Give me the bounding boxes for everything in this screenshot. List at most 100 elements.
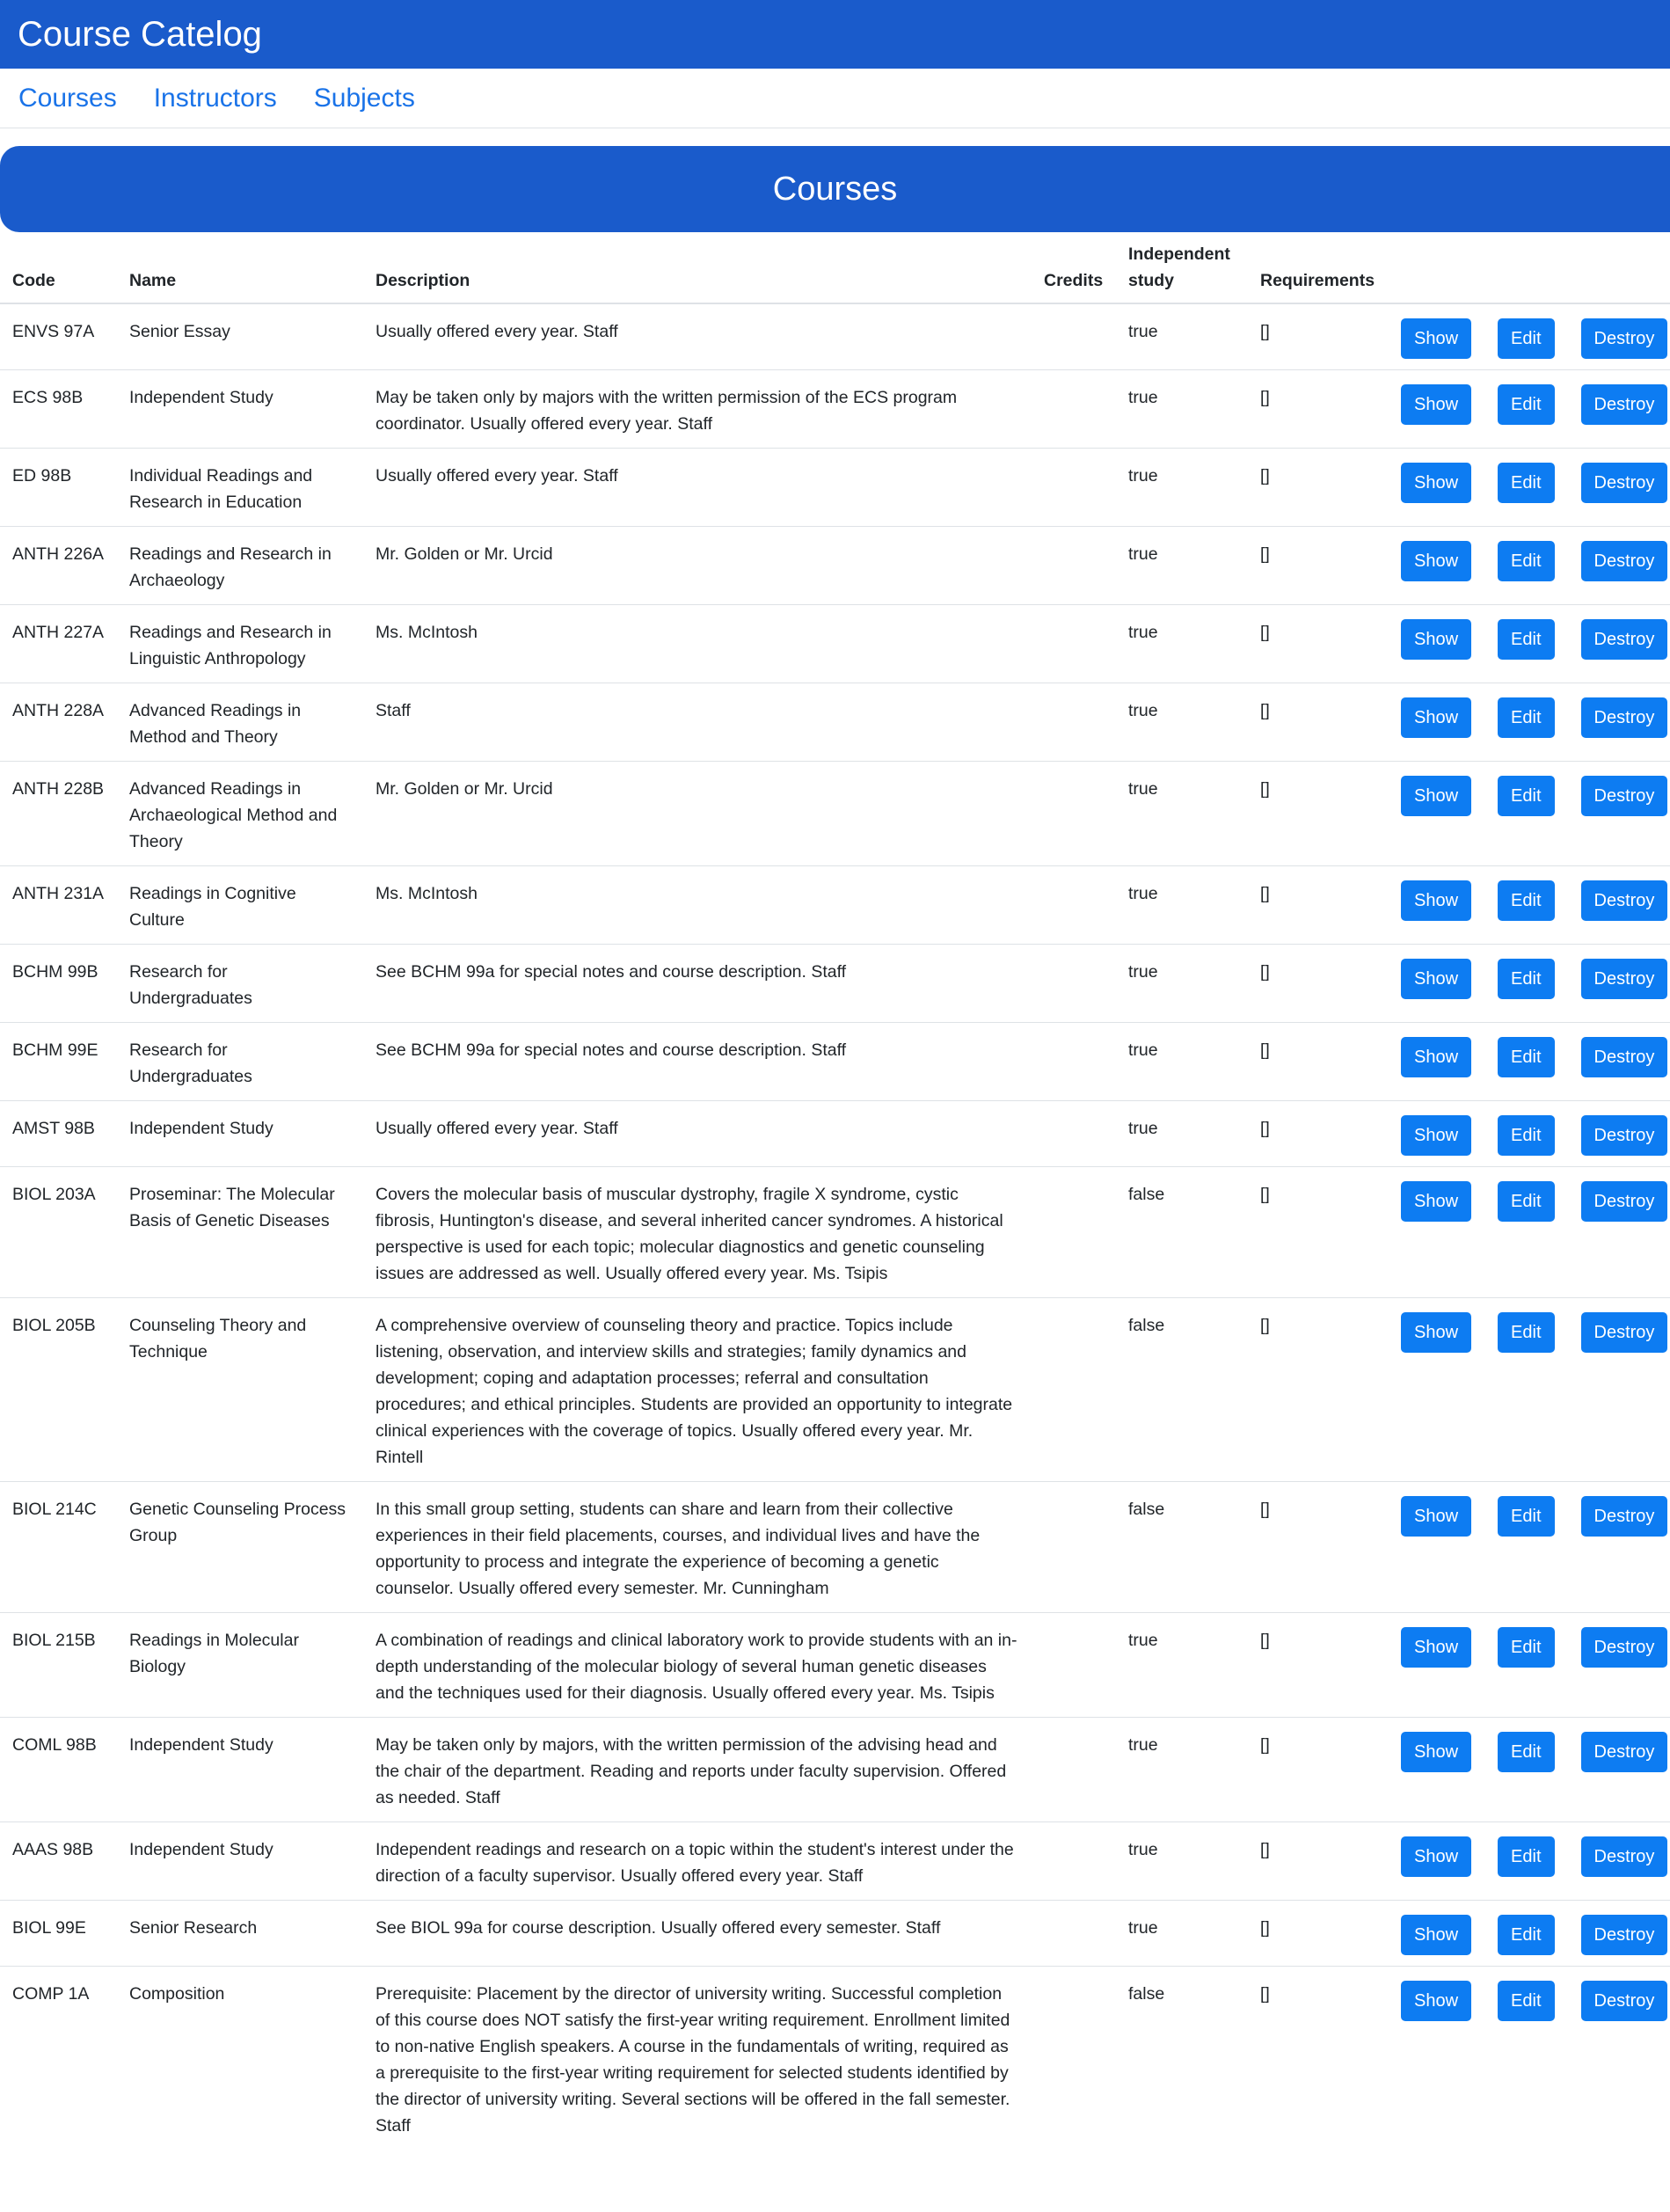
destroy-button[interactable]: Destroy	[1580, 619, 1668, 660]
destroy-button[interactable]: Destroy	[1580, 1981, 1668, 2021]
show-button[interactable]: Show	[1401, 384, 1472, 425]
edit-button[interactable]: Edit	[1498, 1915, 1555, 1955]
table-row: BCHM 99B Research for Undergraduates See B…	[0, 944, 1670, 1023]
edit-button[interactable]: Edit	[1498, 959, 1555, 999]
destroy-button[interactable]: Destroy	[1580, 318, 1668, 359]
show-button[interactable]: Show	[1401, 463, 1472, 503]
destroy-button[interactable]: Destroy	[1580, 1915, 1668, 1955]
show-button[interactable]: Show	[1401, 1915, 1472, 1955]
cell-name: Senior Research	[117, 1900, 363, 1967]
cell-code: BCHM 99E	[0, 1022, 117, 1101]
cell-description: A comprehensive overview of counseling t…	[363, 1297, 1032, 1482]
cell-requirements: []	[1248, 1612, 1389, 1718]
cell-description: Ms. McIntosh	[363, 604, 1032, 683]
destroy-button[interactable]: Destroy	[1580, 1836, 1668, 1877]
cell-credits	[1032, 1966, 1116, 2150]
cell-requirements: []	[1248, 303, 1389, 370]
show-button[interactable]: Show	[1401, 1627, 1472, 1668]
show-button[interactable]: Show	[1401, 776, 1472, 816]
app-header: Course Catelog	[0, 0, 1670, 69]
destroy-button[interactable]: Destroy	[1580, 384, 1668, 425]
cell-requirements: []	[1248, 1900, 1389, 1967]
show-button[interactable]: Show	[1401, 1732, 1472, 1772]
destroy-button[interactable]: Destroy	[1580, 697, 1668, 738]
table-row: BIOL 203A Proseminar: The Molecular Basis…	[0, 1166, 1670, 1298]
edit-button[interactable]: Edit	[1498, 880, 1555, 921]
edit-button[interactable]: Edit	[1498, 541, 1555, 581]
table-row: COML 98B Independent Study May be taken on…	[0, 1717, 1670, 1822]
cell-description: Usually offered every year. Staff	[363, 1100, 1032, 1167]
show-button[interactable]: Show	[1401, 1496, 1472, 1537]
app-title[interactable]: Course Catelog	[18, 15, 262, 55]
row-actions: Show Edit Destroy	[1389, 683, 1670, 762]
destroy-button[interactable]: Destroy	[1580, 1181, 1668, 1222]
edit-button[interactable]: Edit	[1498, 1981, 1555, 2021]
cell-credits	[1032, 1717, 1116, 1822]
show-button[interactable]: Show	[1401, 1312, 1472, 1353]
show-button[interactable]: Show	[1401, 697, 1472, 738]
cell-requirements: []	[1248, 1297, 1389, 1482]
destroy-button[interactable]: Destroy	[1580, 1037, 1668, 1077]
destroy-button[interactable]: Destroy	[1580, 1732, 1668, 1772]
cell-credits	[1032, 1612, 1116, 1718]
cell-credits	[1032, 303, 1116, 370]
cell-independent: true	[1116, 761, 1248, 866]
edit-button[interactable]: Edit	[1498, 1312, 1555, 1353]
nav-link-instructors[interactable]: Instructors	[154, 84, 277, 113]
destroy-button[interactable]: Destroy	[1580, 776, 1668, 816]
edit-button[interactable]: Edit	[1498, 1496, 1555, 1537]
cell-name: Advanced Readings in Archaeological Meth…	[117, 761, 363, 866]
show-button[interactable]: Show	[1401, 318, 1472, 359]
show-button[interactable]: Show	[1401, 619, 1472, 660]
destroy-button[interactable]: Destroy	[1580, 959, 1668, 999]
edit-button[interactable]: Edit	[1498, 1037, 1555, 1077]
destroy-button[interactable]: Destroy	[1580, 1115, 1668, 1156]
destroy-button[interactable]: Destroy	[1580, 1312, 1668, 1353]
show-button[interactable]: Show	[1401, 1115, 1472, 1156]
edit-button[interactable]: Edit	[1498, 1181, 1555, 1222]
cell-name: Readings in Cognitive Culture	[117, 865, 363, 945]
table-row: BIOL 215B Readings in Molecular Biology A …	[0, 1612, 1670, 1718]
cell-name: Research for Undergraduates	[117, 1022, 363, 1101]
show-button[interactable]: Show	[1401, 541, 1472, 581]
edit-button[interactable]: Edit	[1498, 384, 1555, 425]
show-button[interactable]: Show	[1401, 1037, 1472, 1077]
edit-button[interactable]: Edit	[1498, 619, 1555, 660]
cell-requirements: []	[1248, 1821, 1389, 1901]
cell-independent: true	[1116, 1100, 1248, 1167]
nav-link-subjects[interactable]: Subjects	[314, 84, 415, 113]
edit-button[interactable]: Edit	[1498, 1732, 1555, 1772]
show-button[interactable]: Show	[1401, 1981, 1472, 2021]
show-button[interactable]: Show	[1401, 880, 1472, 921]
cell-description: In this small group setting, students ca…	[363, 1481, 1032, 1613]
cell-description: Usually offered every year. Staff	[363, 448, 1032, 527]
edit-button[interactable]: Edit	[1498, 1115, 1555, 1156]
row-actions: Show Edit Destroy	[1389, 1100, 1670, 1167]
destroy-button[interactable]: Destroy	[1580, 541, 1668, 581]
edit-button[interactable]: Edit	[1498, 1627, 1555, 1668]
destroy-button[interactable]: Destroy	[1580, 463, 1668, 503]
destroy-button[interactable]: Destroy	[1580, 1627, 1668, 1668]
cell-independent: false	[1116, 1966, 1248, 2150]
edit-button[interactable]: Edit	[1498, 697, 1555, 738]
show-button[interactable]: Show	[1401, 1836, 1472, 1877]
destroy-button[interactable]: Destroy	[1580, 880, 1668, 921]
table-row: ANTH 227A Readings and Research in Lingui…	[0, 604, 1670, 683]
cell-code: AAAS 98B	[0, 1821, 117, 1901]
edit-button[interactable]: Edit	[1498, 776, 1555, 816]
edit-button[interactable]: Edit	[1498, 318, 1555, 359]
cell-independent: true	[1116, 1612, 1248, 1718]
cell-name: Individual Readings and Research in Educ…	[117, 448, 363, 527]
show-button[interactable]: Show	[1401, 1181, 1472, 1222]
cell-code: ENVS 97A	[0, 303, 117, 370]
cell-code: BCHM 99B	[0, 944, 117, 1023]
edit-button[interactable]: Edit	[1498, 463, 1555, 503]
destroy-button[interactable]: Destroy	[1580, 1496, 1668, 1537]
edit-button[interactable]: Edit	[1498, 1836, 1555, 1877]
nav-link-courses[interactable]: Courses	[18, 84, 117, 113]
cell-name: Readings and Research in Archaeology	[117, 526, 363, 605]
show-button[interactable]: Show	[1401, 959, 1472, 999]
table-row: COMP 1A Composition Prerequisite: Placemen…	[0, 1966, 1670, 2150]
table-header: Code Name Description Credits Independen…	[0, 232, 1670, 304]
cell-requirements: []	[1248, 1481, 1389, 1613]
